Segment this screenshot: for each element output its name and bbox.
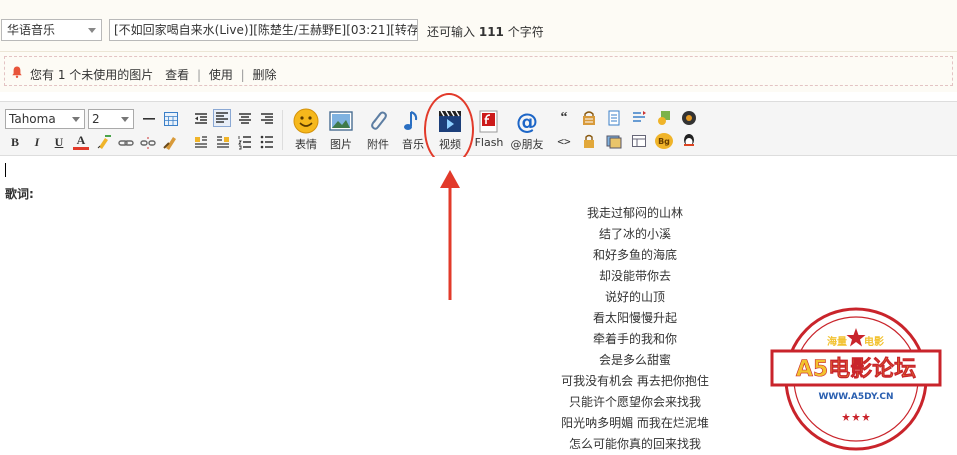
underline-button[interactable]: U <box>51 134 67 150</box>
notice-text: 您有 1 个未使用的图片 查看 | 使用 | 删除 <box>30 66 277 83</box>
music-icon <box>404 111 418 130</box>
char-counter-suffix: 个字符 <box>507 25 544 39</box>
font-family-value: Tahoma <box>9 112 56 126</box>
lyric-line: 怎么可能你真的回来找我 <box>568 437 701 451</box>
rotate-image-icon[interactable] <box>656 110 672 126</box>
lyric-line: 却没能带你去 <box>598 269 671 283</box>
lyric-line: 只能许个愿望你会来找我 <box>568 395 701 409</box>
star-icon <box>846 328 866 347</box>
emoticon-label: 表情 <box>295 138 317 151</box>
separator: | <box>196 68 201 82</box>
horizontal-rule-icon[interactable] <box>141 111 157 127</box>
char-counter-count: 111 <box>478 25 504 39</box>
lock-icon[interactable] <box>581 133 597 149</box>
font-size-value: 2 <box>92 112 100 126</box>
char-counter: 还可输入 111 个字符 <box>427 23 544 40</box>
forum-watermark-logo: A5电影论坛 海量 电影 WWW.A5DY.CN <box>770 307 942 451</box>
bold-button[interactable]: B <box>7 134 23 150</box>
watermark-top-text-2: 电影 <box>864 335 884 348</box>
chevron-down-icon <box>72 117 80 122</box>
watermark-main-text: A5电影论坛 <box>796 356 916 382</box>
flash-label: Flash <box>474 136 504 149</box>
lyrics-block: 我走过郁闷的山林 结了冰的小溪 和好多鱼的海底 却没能带你去 说好的山顶 看太阳… <box>535 203 735 455</box>
watermark-url: WWW.A5DY.CN <box>818 392 893 402</box>
free-icon[interactable] <box>581 110 597 126</box>
unlink-icon[interactable] <box>140 134 156 150</box>
toolbar-divider <box>282 110 283 150</box>
bell-icon <box>12 66 22 78</box>
title-input[interactable]: [不如回家喝自来水(Live)][陈楚生/王赫野E][03:21][转存臣 <box>109 19 418 41</box>
category-select-value: 华语音乐 <box>7 23 56 37</box>
text-cursor <box>5 163 6 177</box>
lyric-line: 和好多鱼的海底 <box>592 248 677 262</box>
annotation-arrow <box>440 170 460 300</box>
audio-icon[interactable] <box>681 110 697 126</box>
view-link[interactable]: 查看 <box>165 68 189 82</box>
paperclip-icon <box>371 111 387 130</box>
clear-format-icon[interactable] <box>162 134 178 150</box>
align-left-icon[interactable] <box>213 109 231 127</box>
separator: | <box>240 68 245 82</box>
smiley-icon <box>293 108 319 134</box>
notice-message: 您有 1 个未使用的图片 <box>30 68 154 82</box>
delete-link[interactable]: 删除 <box>253 68 277 82</box>
attachment-button[interactable]: 附件 <box>360 106 396 154</box>
lyric-line: 牵着手的我和你 <box>592 332 677 346</box>
font-size-select[interactable]: 2 <box>88 109 134 129</box>
unused-image-notice: 您有 1 个未使用的图片 查看 | 使用 | 删除 <box>0 52 957 92</box>
flash-icon <box>479 110 498 133</box>
at-icon: @ <box>516 110 538 134</box>
image-button[interactable]: 图片 <box>323 106 359 154</box>
background-button[interactable]: Bg <box>655 133 673 149</box>
table-icon[interactable] <box>163 111 179 127</box>
editor-toolbar: Tahoma 2 B I U A 表情 图片 附件 音乐 视频 Flash @ … <box>0 101 957 156</box>
svg-text:@: @ <box>516 110 538 134</box>
flash-button[interactable]: Flash <box>471 106 507 154</box>
lyric-line: 阳光呐多明媚 而我在烂泥堆 <box>561 416 709 430</box>
lyric-line: 看太阳慢慢升起 <box>592 311 677 325</box>
ordered-list-icon[interactable] <box>237 134 253 150</box>
lyric-line: 我走过郁闷的山林 <box>586 206 683 220</box>
unordered-list-icon[interactable] <box>259 134 275 150</box>
page-break-icon[interactable] <box>606 110 622 126</box>
use-link[interactable]: 使用 <box>209 68 233 82</box>
attachment-label: 附件 <box>367 138 389 151</box>
quote-button[interactable]: “ <box>556 110 572 126</box>
lyrics-label: 歌词: <box>5 187 34 201</box>
float-left-icon[interactable] <box>193 134 209 150</box>
font-family-select[interactable]: Tahoma <box>5 109 85 129</box>
qq-icon[interactable] <box>681 133 697 149</box>
chevron-down-icon <box>88 28 96 33</box>
lyric-line: 可我没有机会 再去把你抱住 <box>561 374 709 388</box>
image-label: 图片 <box>330 138 352 151</box>
lyric-line: 说好的山顶 <box>604 290 665 304</box>
align-center-icon[interactable] <box>237 111 253 127</box>
post-header-row: 华语音乐 [不如回家喝自来水(Live)][陈楚生/王赫野E][03:21][转… <box>0 0 957 52</box>
mention-friend-button[interactable]: @ @朋友 <box>507 106 547 154</box>
char-counter-prefix: 还可输入 <box>427 25 476 39</box>
video-highlight-circle <box>424 93 474 166</box>
index-icon[interactable] <box>631 110 647 126</box>
highlight-icon[interactable] <box>96 134 112 150</box>
code-button[interactable]: <> <box>556 133 572 149</box>
lyric-line: 会是多么甜蜜 <box>598 353 671 367</box>
gallery-icon[interactable] <box>606 133 622 149</box>
emoticon-button[interactable]: 表情 <box>288 106 324 154</box>
lyric-line: 结了冰的小溪 <box>598 227 671 241</box>
font-color-button[interactable]: A <box>73 133 89 150</box>
float-right-icon[interactable] <box>215 134 231 150</box>
italic-button[interactable]: I <box>29 134 45 150</box>
chevron-down-icon <box>121 117 129 122</box>
align-right-icon[interactable] <box>259 111 275 127</box>
image-icon <box>329 111 353 131</box>
mention-friend-label: @朋友 <box>510 138 544 151</box>
category-select[interactable]: 华语音乐 <box>1 19 102 41</box>
link-icon[interactable] <box>118 134 134 150</box>
watermark-top-text: 海量 <box>827 335 847 348</box>
outdent-icon[interactable] <box>193 111 209 127</box>
template-icon[interactable] <box>631 133 647 149</box>
